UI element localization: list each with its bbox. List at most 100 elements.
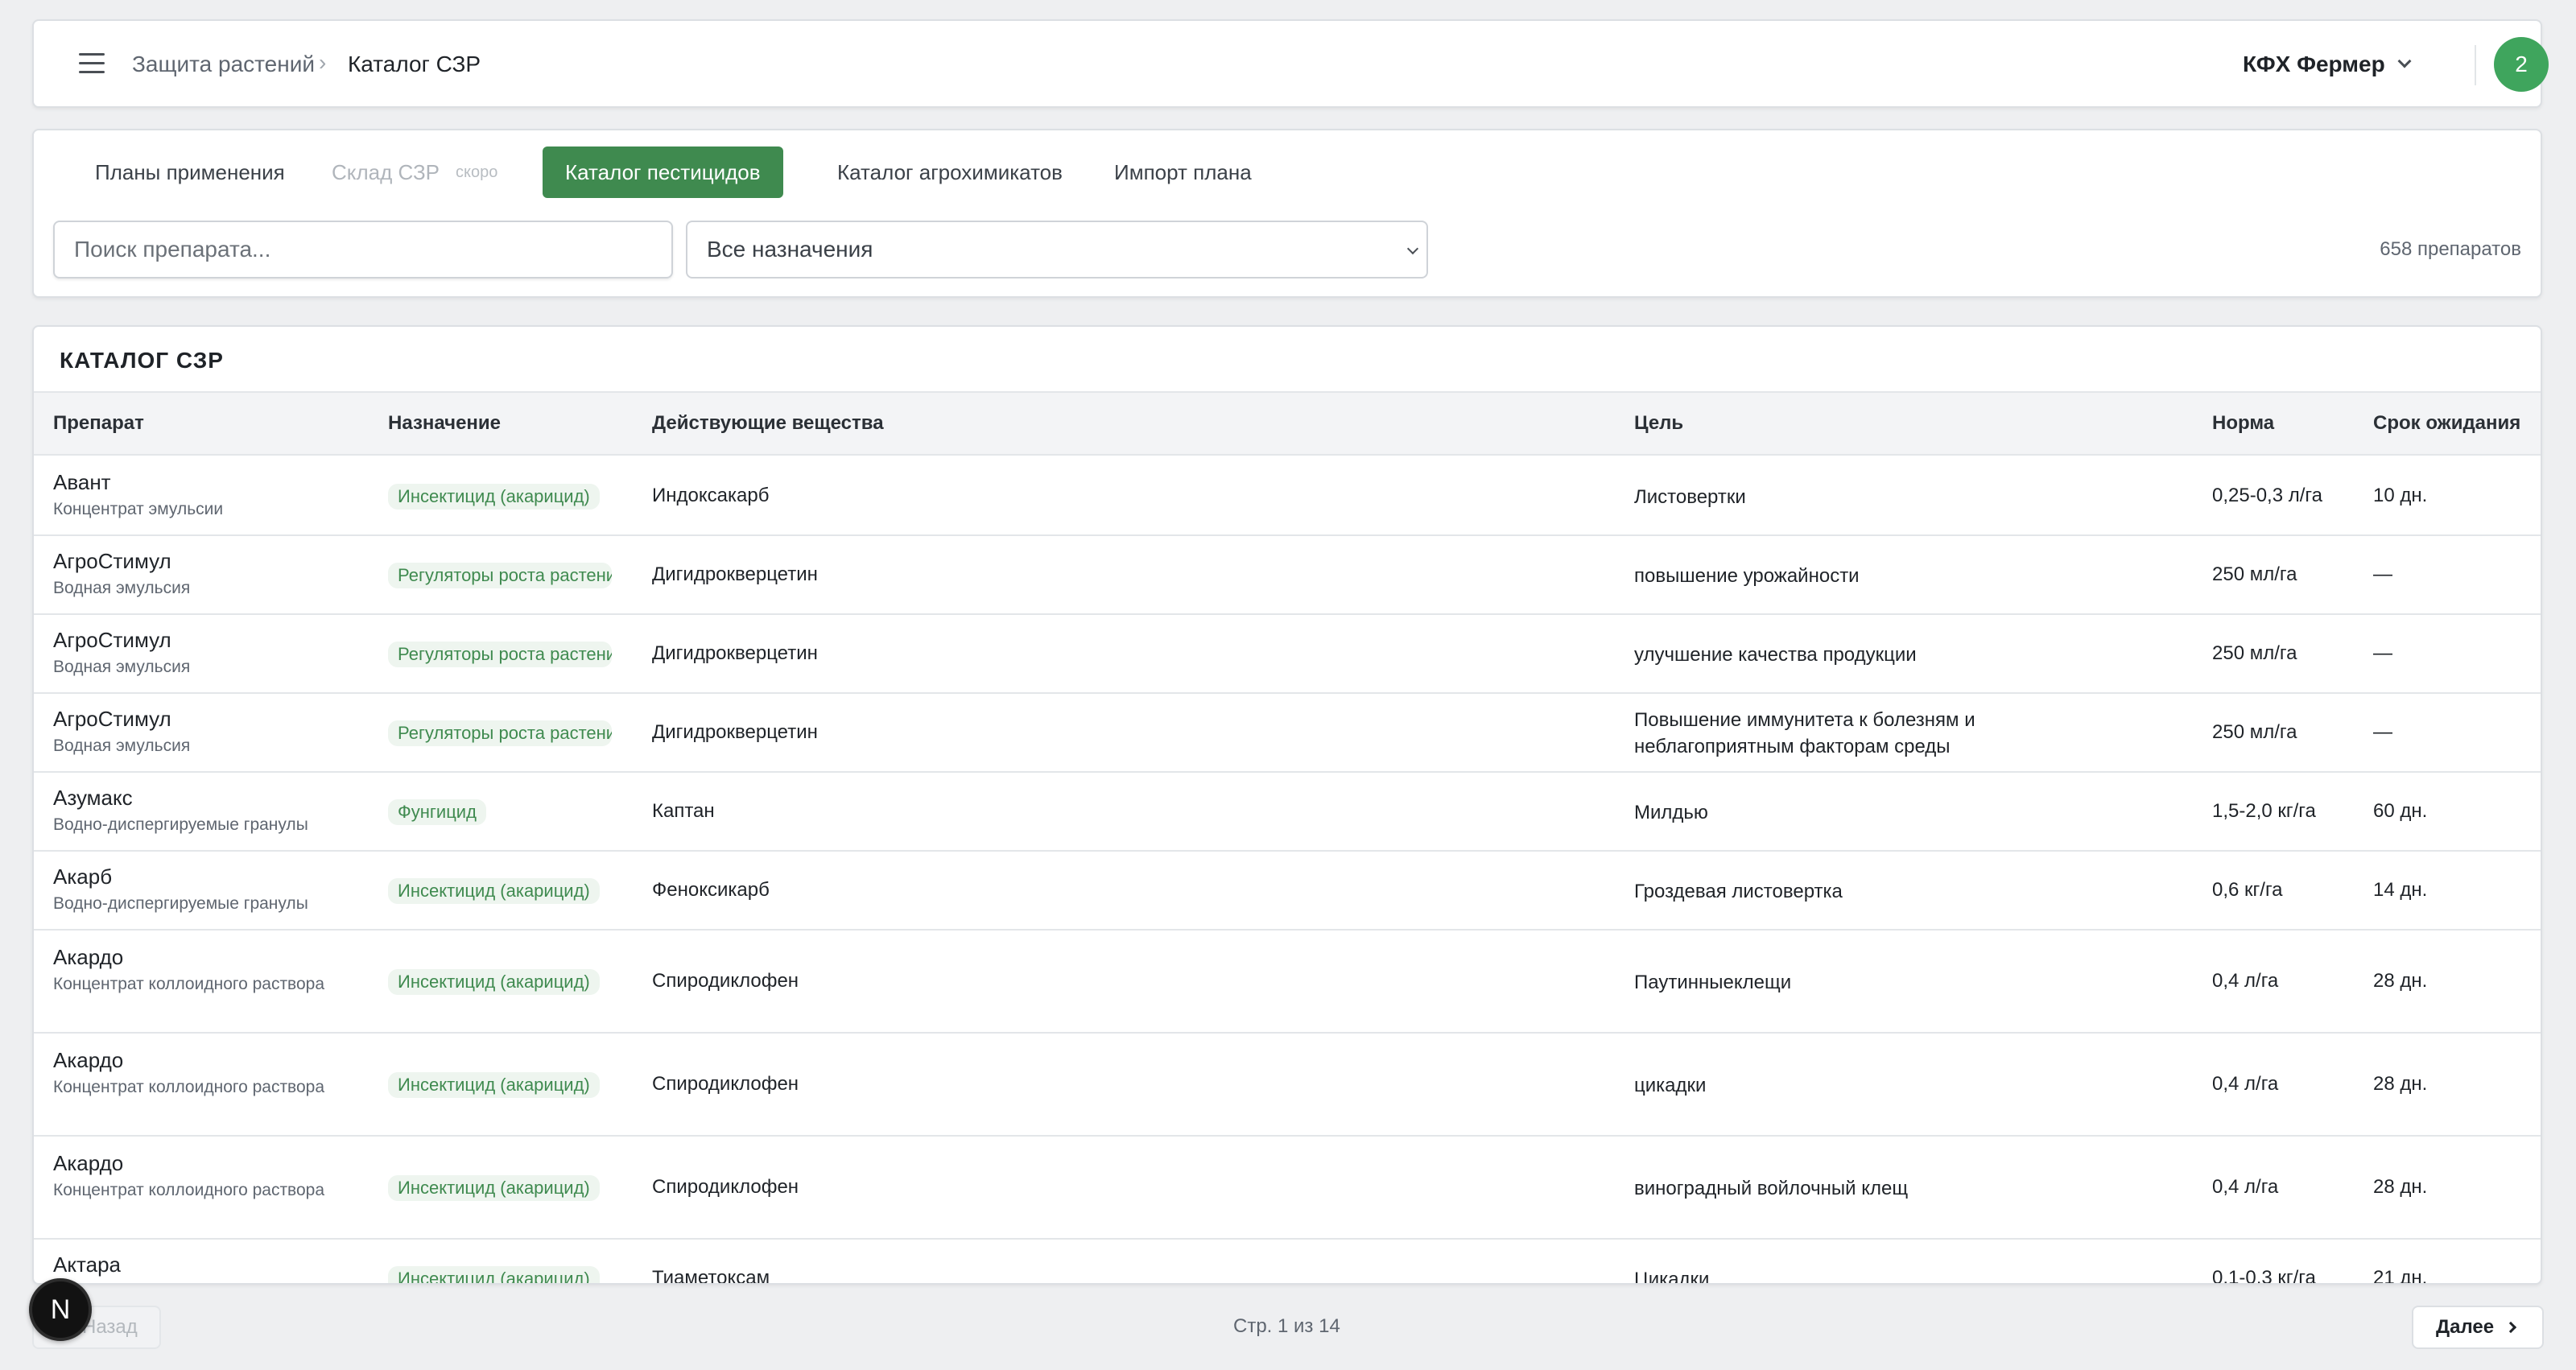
purpose-cell: Фунгицид bbox=[388, 799, 486, 831]
column-header-rate[interactable]: Норма bbox=[2212, 412, 2274, 435]
table-header: Препарат Назначение Действующие вещества… bbox=[34, 391, 2541, 456]
rate-cell: 1,5-2,0 кг/га bbox=[2212, 800, 2316, 822]
tab-warehouse: Склад СЗР скоро bbox=[309, 146, 520, 198]
tab-label: Каталог пестицидов bbox=[565, 159, 761, 184]
product-cell: АгроСтимул Водная эмульсия bbox=[53, 707, 367, 757]
product-name[interactable]: Авант bbox=[53, 470, 367, 495]
product-name[interactable]: АгроСтимул bbox=[53, 707, 367, 732]
tab-pesticides-catalog[interactable]: Каталог пестицидов bbox=[543, 146, 783, 198]
target-cell: повышение урожайности bbox=[1634, 565, 1860, 587]
purpose-cell: Регуляторы роста растений bbox=[388, 720, 612, 752]
wait-period-cell: — bbox=[2373, 563, 2392, 585]
rate-cell: 0,6 кг/га bbox=[2212, 879, 2283, 901]
tab-label: Каталог агрохимикатов bbox=[837, 159, 1063, 184]
purpose-cell: Инсектицид (акарицид) bbox=[388, 1072, 600, 1104]
product-form: Концентрат коллоидного раствора bbox=[53, 975, 325, 993]
target-cell: Листовертки bbox=[1634, 486, 1746, 508]
purpose-tag: Регуляторы роста растений bbox=[388, 720, 612, 746]
product-name[interactable]: Азумакс bbox=[53, 786, 367, 811]
rate-cell: 0,4 л/га bbox=[2212, 1176, 2279, 1198]
purpose-select[interactable]: Все назначения bbox=[686, 221, 1428, 279]
table-row[interactable]: АгроСтимул Водная эмульсия Регуляторы рост… bbox=[34, 536, 2541, 615]
product-cell: Актара bbox=[53, 1252, 367, 1281]
purpose-tag: Фунгицид bbox=[388, 799, 486, 825]
product-form: Водная эмульсия bbox=[53, 737, 191, 755]
substance-cell: Спиродиклофен bbox=[652, 1176, 799, 1198]
purpose-cell: Инсектицид (акарицид) bbox=[388, 878, 600, 910]
product-name[interactable]: Акардо bbox=[53, 1048, 367, 1073]
column-header-purpose[interactable]: Назначение bbox=[388, 412, 501, 435]
tab-application-plans[interactable]: Планы применения bbox=[72, 146, 308, 198]
header-divider bbox=[2475, 45, 2476, 85]
catalog-title: КАТАЛОГ СЗР bbox=[60, 348, 224, 373]
chevron-right-icon bbox=[2505, 1321, 2517, 1334]
purpose-cell: Регуляторы роста растений bbox=[388, 642, 612, 673]
purpose-cell: Инсектицид (акарицид) bbox=[388, 1266, 600, 1283]
wait-period-cell: 60 дн. bbox=[2373, 800, 2428, 822]
purpose-select-value: Все назначения bbox=[707, 237, 873, 262]
tab-label: Импорт плана bbox=[1114, 159, 1252, 184]
product-cell: АгроСтимул Водная эмульсия bbox=[53, 549, 367, 600]
user-avatar[interactable]: 2 bbox=[2494, 37, 2549, 92]
table-row[interactable]: Авант Концентрат эмульсии Инсектицид (акар… bbox=[34, 457, 2541, 536]
table-row[interactable]: Акарб Водно-диспергируемые гранулы Инсекти… bbox=[34, 852, 2541, 931]
rate-cell: 250 мл/га bbox=[2212, 563, 2297, 585]
product-form: Водная эмульсия bbox=[53, 579, 191, 597]
rate-cell: 250 мл/га bbox=[2212, 721, 2297, 743]
search-input[interactable] bbox=[53, 221, 673, 279]
purpose-tag: Инсектицид (акарицид) bbox=[388, 969, 600, 995]
table-row[interactable]: Акардо Концентрат коллоидного раствора Инс… bbox=[34, 931, 2541, 1034]
substance-cell: Феноксикарб bbox=[652, 879, 770, 901]
next-page-label: Далее bbox=[2436, 1316, 2495, 1338]
table-row[interactable]: Актара Инсектицид (акарицид) Тиаметоксам Ци… bbox=[34, 1240, 2541, 1285]
product-cell: Азумакс Водно-диспергируемые гранулы bbox=[53, 786, 367, 836]
column-header-target[interactable]: Цель bbox=[1634, 412, 1683, 435]
rate-cell: 0,1-0,3 кг/га bbox=[2212, 1267, 2316, 1285]
product-form: Водно-диспергируемые гранулы bbox=[53, 815, 308, 834]
tab-import-plan[interactable]: Импорт плана bbox=[1092, 146, 1274, 198]
product-cell: Акарб Водно-диспергируемые гранулы bbox=[53, 865, 367, 915]
product-name[interactable]: Акарб bbox=[53, 865, 367, 889]
table-row[interactable]: Азумакс Водно-диспергируемые гранулы Фунги… bbox=[34, 773, 2541, 852]
table-row[interactable]: АгроСтимул Водная эмульсия Регуляторы рост… bbox=[34, 694, 2541, 773]
dev-tools-button[interactable]: N bbox=[29, 1278, 92, 1341]
substance-cell: Спиродиклофен bbox=[652, 1073, 799, 1095]
catalog-table-card: КАТАЛОГ СЗР Препарат Назначение Действую… bbox=[32, 325, 2542, 1285]
next-page-button[interactable]: Далее bbox=[2412, 1306, 2544, 1349]
table-row[interactable]: Акардо Концентрат коллоидного раствора Инс… bbox=[34, 1137, 2541, 1240]
tab-agrochemicals-catalog[interactable]: Каталог агрохимикатов bbox=[815, 146, 1085, 198]
target-cell: виноградный войлочный клещ bbox=[1634, 1178, 1909, 1199]
product-name[interactable]: АгроСтимул bbox=[53, 628, 367, 653]
rate-cell: 0,4 л/га bbox=[2212, 970, 2279, 992]
wait-period-cell: 28 дн. bbox=[2373, 970, 2428, 992]
product-cell: Акардо Концентрат коллоидного раствора bbox=[53, 945, 367, 996]
product-name[interactable]: АгроСтимул bbox=[53, 549, 367, 574]
substance-cell: Индоксакарб bbox=[652, 485, 770, 506]
substance-cell: Тиаметоксам bbox=[652, 1267, 770, 1285]
wait-period-cell: 21 дн. bbox=[2373, 1267, 2428, 1285]
organization-selector[interactable]: КФХ Фермер bbox=[2243, 50, 2412, 79]
breadcrumb-root[interactable]: Защита растений bbox=[132, 52, 315, 77]
target-cell: Паутинныеклещи bbox=[1634, 972, 1792, 993]
menu-icon[interactable] bbox=[79, 53, 105, 76]
product-name[interactable]: Акардо bbox=[53, 945, 367, 970]
product-cell: Акардо Концентрат коллоидного раствора bbox=[53, 1151, 367, 1202]
product-form: Водно-диспергируемые гранулы bbox=[53, 894, 308, 913]
column-header-wait-period[interactable]: Срок ожидания bbox=[2373, 412, 2520, 435]
target-cell: Милдью bbox=[1634, 802, 1708, 823]
wait-period-cell: 10 дн. bbox=[2373, 485, 2428, 506]
product-name[interactable]: Акардо bbox=[53, 1151, 367, 1176]
wait-period-cell: — bbox=[2373, 721, 2392, 743]
purpose-cell: Инсектицид (акарицид) bbox=[388, 969, 600, 1001]
product-form: Концентрат коллоидного раствора bbox=[53, 1078, 325, 1096]
column-header-substances[interactable]: Действующие вещества bbox=[652, 412, 884, 435]
rate-cell: 0,4 л/га bbox=[2212, 1073, 2279, 1095]
table-row[interactable]: АгроСтимул Водная эмульсия Регуляторы рост… bbox=[34, 615, 2541, 694]
top-header: Защита растений › Каталог СЗР КФХ Фермер… bbox=[32, 19, 2549, 108]
target-cell: цикадки bbox=[1634, 1075, 1707, 1096]
product-name[interactable]: Актара bbox=[53, 1252, 367, 1277]
column-header-product[interactable]: Препарат bbox=[53, 412, 144, 435]
product-cell: АгроСтимул Водная эмульсия bbox=[53, 628, 367, 679]
purpose-cell: Регуляторы роста растений bbox=[388, 563, 612, 594]
table-row[interactable]: Акардо Концентрат коллоидного раствора Инс… bbox=[34, 1034, 2541, 1137]
